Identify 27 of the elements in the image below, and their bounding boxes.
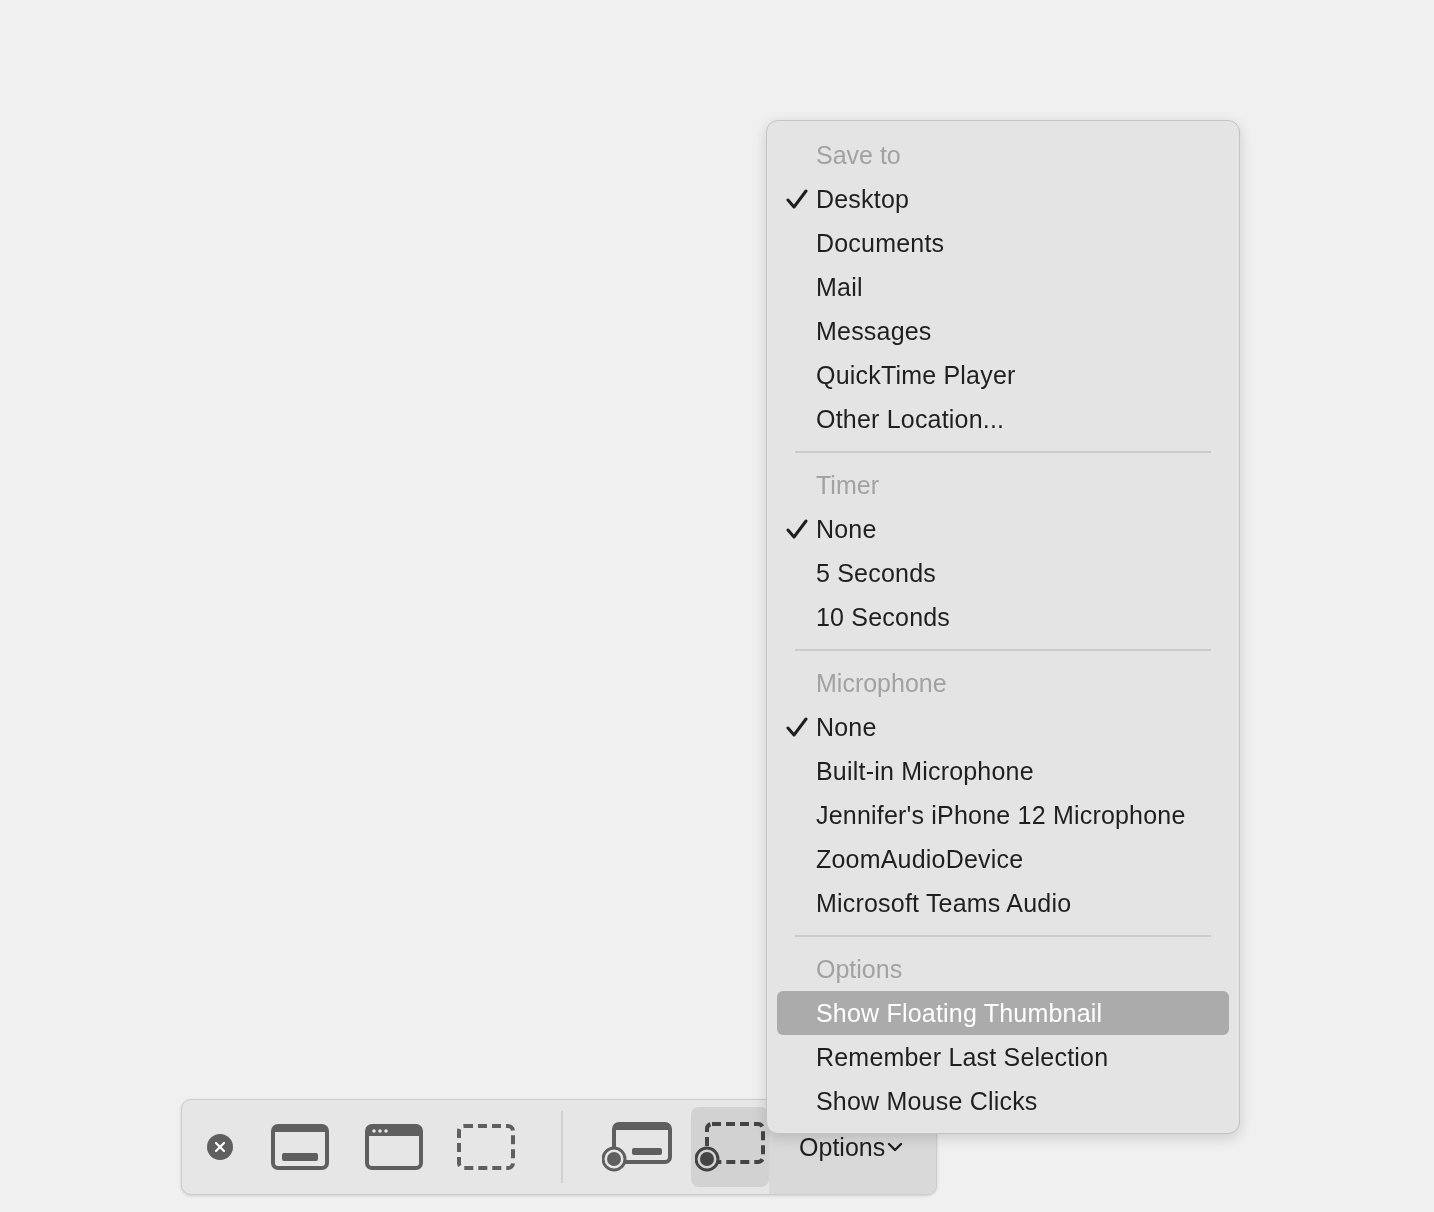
screen-icon bbox=[271, 1124, 330, 1170]
menu-item[interactable]: Documents bbox=[777, 221, 1229, 265]
menu-section-heading: Save to bbox=[815, 140, 902, 171]
menu-item[interactable]: Built-in Microphone bbox=[777, 749, 1229, 793]
menu-section-heading: Options bbox=[815, 954, 904, 985]
menu-item[interactable]: Microsoft Teams Audio bbox=[777, 881, 1229, 925]
dashed-selection-icon bbox=[456, 1124, 515, 1170]
menu-item[interactable]: Desktop bbox=[777, 177, 1229, 221]
menu-section-heading: Timer bbox=[815, 470, 880, 501]
close-icon bbox=[206, 1134, 233, 1160]
caret-icon bbox=[887, 1142, 904, 1152]
menu-item[interactable]: Other Location... bbox=[777, 397, 1229, 441]
record-selection-button[interactable] bbox=[690, 1107, 770, 1187]
menu-item[interactable]: None bbox=[777, 705, 1229, 749]
menu-item[interactable]: Remember Last Selection bbox=[777, 1035, 1229, 1079]
record-selection-icon bbox=[694, 1122, 765, 1172]
menu-section-heading: Microphone bbox=[815, 668, 948, 699]
menu-item[interactable]: Jennifer's iPhone 12 Microphone bbox=[777, 793, 1229, 837]
menu-item[interactable]: None bbox=[777, 507, 1229, 551]
menu-item[interactable]: 10 Seconds bbox=[777, 595, 1229, 639]
window-icon bbox=[364, 1124, 423, 1170]
record-screen-icon bbox=[601, 1122, 672, 1172]
menu-item[interactable]: 5 Seconds bbox=[777, 551, 1229, 595]
menu-item[interactable]: Messages bbox=[777, 309, 1229, 353]
menu-item[interactable]: ZoomAudioDevice bbox=[777, 837, 1229, 881]
menu-item[interactable]: QuickTime Player bbox=[777, 353, 1229, 397]
menu-item[interactable]: Mail bbox=[777, 265, 1229, 309]
